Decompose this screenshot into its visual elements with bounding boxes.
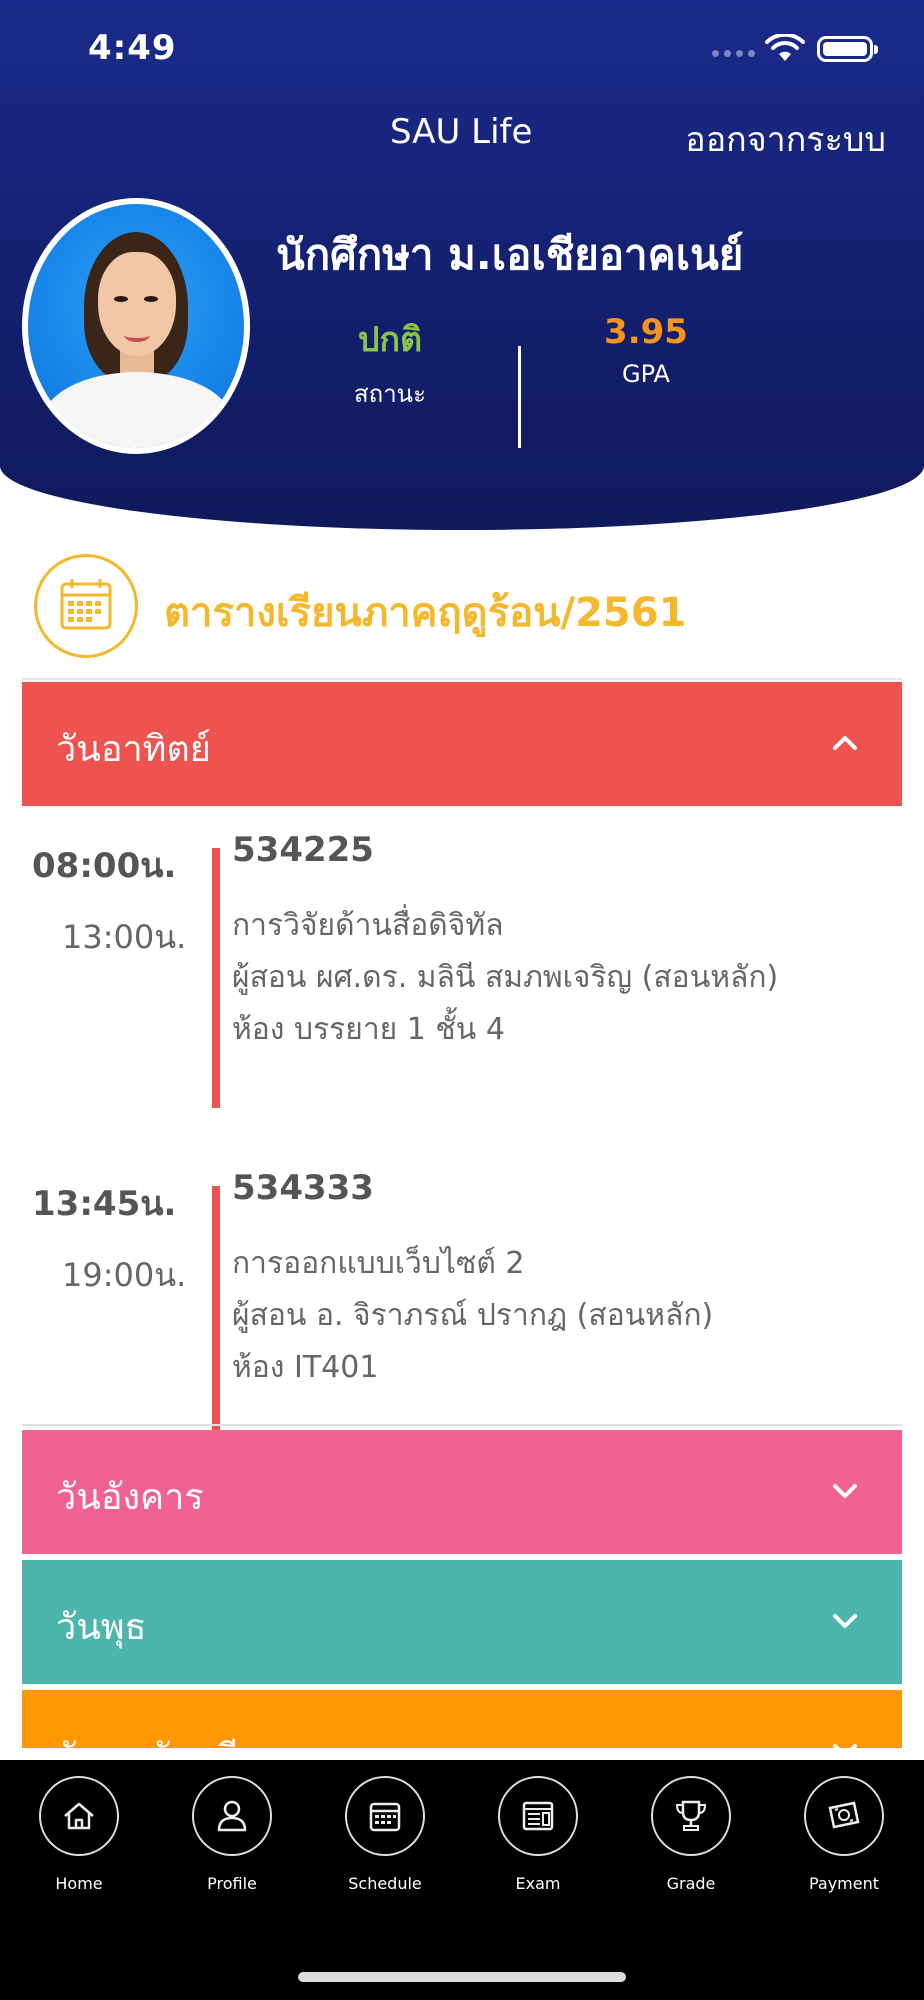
calendar-icon xyxy=(34,554,138,658)
status-label: สถานะ xyxy=(354,380,426,408)
payment-icon xyxy=(804,1776,884,1856)
status-bar: 4:49 xyxy=(0,0,924,100)
class-code: 534333 xyxy=(232,1168,374,1208)
tab-label: Grade xyxy=(666,1874,716,1893)
day-label: วันอังคาร xyxy=(56,1477,204,1518)
tab-grade[interactable]: Grade xyxy=(631,1776,751,1893)
status-stat: ปกติ สถานะ xyxy=(290,312,490,413)
cellular-signal-icon xyxy=(712,50,755,57)
tab-exam[interactable]: Exam xyxy=(478,1776,598,1893)
day-header-wednesday[interactable]: วันพุธ xyxy=(22,1560,902,1684)
tab-label: Profile xyxy=(207,1874,257,1893)
calendar-icon xyxy=(345,1776,425,1856)
class-room: ห้อง IT401 xyxy=(232,1350,379,1385)
battery-icon xyxy=(817,36,878,62)
divider xyxy=(22,678,902,680)
class-room: ห้อง บรรยาย 1 ชั้น 4 xyxy=(232,1012,505,1047)
tab-label: Exam xyxy=(515,1874,561,1893)
chevron-down-icon xyxy=(833,1484,857,1498)
student-name: นักศึกษา ม.เอเชียอาคเนย์ xyxy=(276,230,744,279)
class-entry[interactable]: 08:00น. 13:00น. 534225 การวิจัยด้านสื่อด… xyxy=(22,826,902,1126)
day-label: วันอาทิตย์ xyxy=(56,729,211,770)
chevron-up-icon xyxy=(833,736,857,750)
class-indicator-bar xyxy=(212,848,220,1108)
exam-icon xyxy=(498,1776,578,1856)
tab-label: Schedule xyxy=(348,1874,422,1893)
bottom-tab-bar: Home Profile Schedule Exam Grade Payment xyxy=(0,1760,924,2000)
class-start-time: 13:45น. xyxy=(32,1184,177,1224)
day-header-thursday[interactable]: วันพฤหัสบดี xyxy=(22,1690,902,1748)
day-header-sunday[interactable]: วันอาทิตย์ xyxy=(22,682,902,806)
profile-icon xyxy=(192,1776,272,1856)
home-indicator[interactable] xyxy=(298,1972,626,1982)
status-time: 4:49 xyxy=(88,28,177,68)
tab-label: Payment xyxy=(808,1874,880,1893)
divider xyxy=(22,1424,902,1426)
wifi-icon xyxy=(765,34,805,61)
day-label: วันพุธ xyxy=(56,1607,147,1648)
home-icon xyxy=(39,1776,119,1856)
class-name: การออกแบบเว็บไซต์ 2 xyxy=(232,1246,525,1281)
chevron-down-icon xyxy=(833,1744,857,1748)
class-end-time: 19:00น. xyxy=(62,1256,187,1294)
status-value: ปกติ xyxy=(357,320,423,360)
gpa-stat: 3.95 GPA xyxy=(546,312,746,388)
tab-profile[interactable]: Profile xyxy=(172,1776,292,1893)
stat-divider xyxy=(518,346,521,448)
app-title: SAU Life xyxy=(390,112,533,152)
day-header-tuesday[interactable]: วันอังคาร xyxy=(22,1430,902,1554)
tab-schedule[interactable]: Schedule xyxy=(325,1776,445,1893)
class-instructor: ผู้สอน อ. จิราภรณ์ ปรากฎ (สอนหลัก) xyxy=(232,1298,714,1333)
gpa-value: 3.95 xyxy=(604,312,688,352)
avatar[interactable] xyxy=(22,198,250,454)
chevron-down-icon xyxy=(833,1614,857,1628)
trophy-icon xyxy=(651,1776,731,1856)
logout-button[interactable]: ออกจากระบบ xyxy=(685,112,886,166)
class-start-time: 08:00น. xyxy=(32,846,177,886)
class-end-time: 13:00น. xyxy=(62,918,187,956)
class-name: การวิจัยด้านสื่อดิจิทัล xyxy=(232,908,504,943)
gpa-label: GPA xyxy=(622,360,670,388)
class-instructor: ผู้สอน ผศ.ดร. มลินี สมภพเจริญ (สอนหลัก) xyxy=(232,960,779,995)
schedule-title: ตารางเรียนภาคฤดูร้อน/2561 xyxy=(164,590,687,636)
profile-header: 4:49 SAU Life ออกจากระบบ นักศึกษา ม.เอเช… xyxy=(0,0,924,530)
tab-payment[interactable]: Payment xyxy=(784,1776,904,1893)
class-entry[interactable]: 13:45น. 19:00น. 534333 การออกแบบเว็บไซต์… xyxy=(22,1164,902,1448)
class-indicator-bar xyxy=(212,1186,220,1448)
day-label: วันพฤหัสบดี xyxy=(56,1728,238,1748)
tab-home[interactable]: Home xyxy=(19,1776,139,1893)
class-code: 534225 xyxy=(232,830,374,870)
tab-label: Home xyxy=(55,1874,103,1893)
